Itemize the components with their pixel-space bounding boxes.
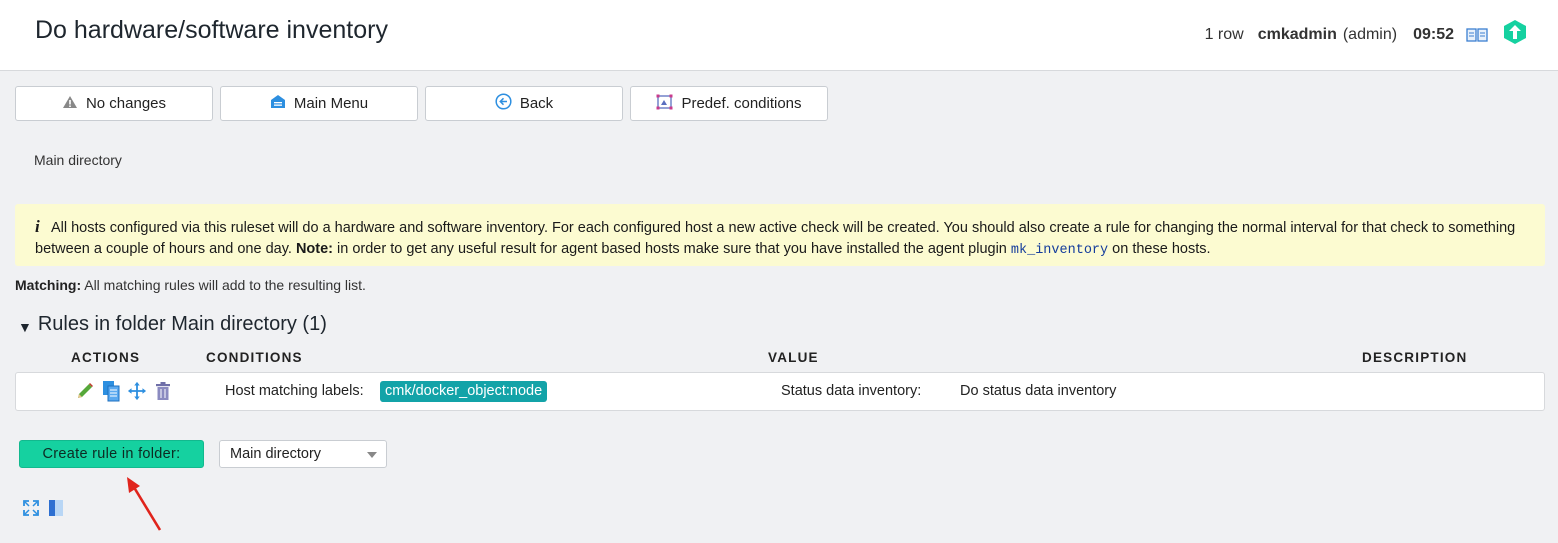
create-rule-button[interactable]: Create rule in folder: [19, 440, 204, 468]
main-menu-button[interactable]: Main Menu [220, 86, 418, 121]
user-role: (admin) [1342, 25, 1398, 43]
fullscreen-expand-icon[interactable] [22, 499, 40, 522]
row-count: 1 row [1204, 25, 1244, 43]
matching-label: Matching: [15, 277, 82, 293]
top-bar: Do hardware/software inventory 1 row cmk… [0, 0, 1558, 71]
back-button[interactable]: Back [425, 86, 623, 121]
page-menu-buttons: No changes Main Menu Back Predef. condit… [15, 86, 828, 121]
plugin-name: mk_inventory [1010, 243, 1109, 258]
move-icon[interactable] [127, 380, 147, 402]
edit-pencil-icon[interactable] [75, 380, 95, 402]
warning-icon [62, 95, 78, 113]
column-header-value: VALUE [768, 350, 819, 365]
home-icon [270, 94, 286, 113]
rule-actions [75, 380, 173, 402]
matching-text: All matching rules will add to the resul… [84, 277, 366, 293]
condition-label: Host matching labels: [225, 383, 364, 399]
matching-info: Matching: All matching rules will add to… [15, 277, 366, 293]
username: cmkadmin [1257, 25, 1337, 43]
help-text-3: on these hosts. [1112, 241, 1211, 257]
back-arrow-icon [495, 93, 512, 114]
delete-trash-icon[interactable] [153, 380, 173, 402]
help-text-2: in order to get any useful result for ag… [337, 241, 1007, 257]
view-options [22, 499, 64, 522]
page-title: Do hardware/software inventory [35, 16, 388, 44]
sidebar-toggle-icon[interactable] [48, 499, 64, 522]
folder-select-value: Main directory [230, 446, 322, 462]
column-header-actions: ACTIONS [71, 350, 141, 365]
breadcrumb[interactable]: Main directory [34, 152, 122, 168]
predefined-conditions-icon [656, 94, 673, 114]
info-icon: i [35, 217, 40, 236]
clone-icon[interactable] [101, 380, 121, 402]
predef-conditions-label: Predef. conditions [681, 95, 802, 112]
chevron-down-icon [367, 452, 377, 458]
clock: 09:52 [1413, 25, 1454, 43]
value-text: Do status data inventory [960, 383, 1117, 399]
help-box: i All hosts configured via this ruleset … [15, 204, 1545, 266]
folder-heading[interactable]: ▼ Rules in folder Main directory (1) [18, 313, 327, 336]
status-area: 1 row cmkadmin (admin) 09:52 [1205, 19, 1528, 50]
back-label: Back [519, 95, 554, 112]
column-header-conditions: CONDITIONS [206, 350, 303, 365]
checkmk-logo-icon[interactable] [1502, 19, 1528, 50]
collapse-triangle-icon[interactable]: ▼ [18, 319, 32, 335]
host-label-tag[interactable]: cmk/docker_object:node [380, 381, 548, 402]
no-changes-button[interactable]: No changes [15, 86, 213, 121]
red-annotation-arrow-icon [127, 477, 162, 531]
folder-select[interactable]: Main directory [219, 440, 387, 468]
main-menu-label: Main Menu [293, 95, 369, 112]
folder-title: Rules in folder Main directory (1) [37, 313, 327, 335]
column-header-description: DESCRIPTION [1362, 350, 1468, 365]
book-icon[interactable] [1466, 26, 1488, 44]
predef-conditions-button[interactable]: Predef. conditions [630, 86, 828, 121]
no-changes-label: No changes [85, 95, 167, 112]
table-row: Host matching labels: cmk/docker_object:… [15, 372, 1545, 411]
help-note-label: Note: [295, 241, 333, 257]
value-label: Status data inventory: [781, 383, 922, 399]
